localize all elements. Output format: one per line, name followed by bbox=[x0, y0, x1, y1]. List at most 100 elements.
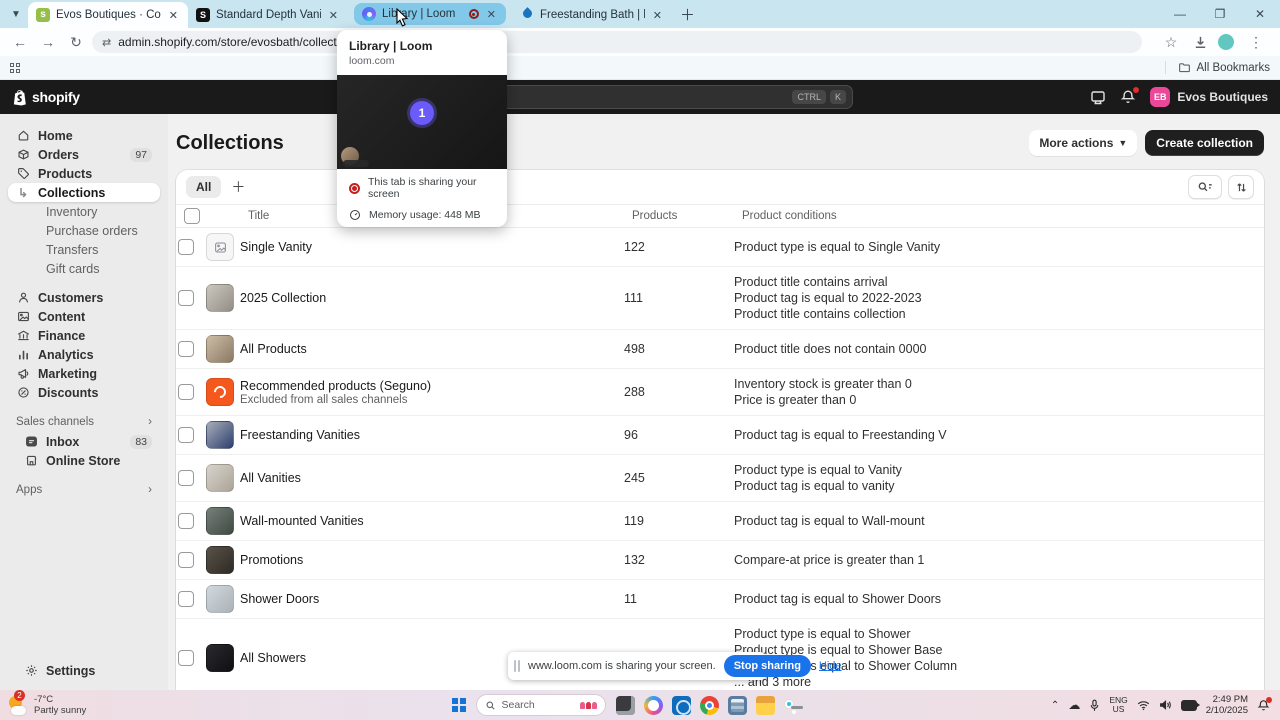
sort-button[interactable] bbox=[1228, 175, 1254, 199]
tab-library-loom[interactable]: Library | Loom ✕ bbox=[354, 3, 506, 25]
sidebar-item-content[interactable]: Content bbox=[8, 307, 160, 326]
sidebar-item-gift-cards[interactable]: Gift cards bbox=[8, 259, 160, 278]
outlook-app-icon[interactable] bbox=[671, 695, 691, 715]
table-row[interactable]: Promotions 132 Compare-at price is great… bbox=[176, 541, 1264, 580]
sidebar-item-transfers[interactable]: Transfers bbox=[8, 240, 160, 259]
maximize-button[interactable]: ❐ bbox=[1200, 7, 1240, 21]
table-row[interactable]: Freestanding Vanities 96 Product tag is … bbox=[176, 416, 1264, 455]
bookmark-star-icon[interactable]: ☆ bbox=[1159, 34, 1183, 51]
copilot-app-icon[interactable] bbox=[643, 695, 663, 715]
notifications-bell-icon[interactable] bbox=[1120, 86, 1141, 105]
store-preview-icon[interactable] bbox=[1090, 89, 1106, 105]
sidebar-item-analytics[interactable]: Analytics bbox=[8, 345, 160, 364]
forward-icon[interactable]: → bbox=[36, 34, 60, 50]
table-row[interactable]: Shower Doors 11 Product tag is equal to … bbox=[176, 580, 1264, 619]
sidebar-item-inventory[interactable]: Inventory bbox=[8, 202, 160, 221]
row-checkbox[interactable] bbox=[178, 290, 194, 306]
new-tab-button[interactable]: ＋ bbox=[680, 4, 695, 25]
screen-record-indicator-icon[interactable] bbox=[1180, 699, 1200, 711]
row-checkbox[interactable] bbox=[178, 239, 194, 255]
collection-title-cell[interactable]: All Vanities bbox=[240, 471, 624, 485]
taskbar-search[interactable]: Search bbox=[475, 694, 606, 716]
row-checkbox[interactable] bbox=[178, 591, 194, 607]
close-window-button[interactable]: ✕ bbox=[1240, 7, 1280, 21]
clock[interactable]: 2:49 PM 2/10/2025 bbox=[1206, 694, 1248, 716]
add-view-button[interactable]: ＋ bbox=[227, 177, 249, 197]
row-checkbox[interactable] bbox=[178, 513, 194, 529]
sidebar-item-customers[interactable]: Customers bbox=[8, 288, 160, 307]
collection-title-cell[interactable]: Recommended products (Seguno) Excluded f… bbox=[240, 379, 624, 406]
row-checkbox[interactable] bbox=[178, 384, 194, 400]
collection-title-cell[interactable]: Freestanding Vanities bbox=[240, 428, 624, 442]
chrome-app-icon[interactable] bbox=[699, 695, 719, 715]
site-settings-icon[interactable]: ⇄ bbox=[102, 36, 111, 49]
sidebar-item-inbox[interactable]: Inbox 83 bbox=[8, 432, 160, 451]
collection-title-cell[interactable]: Single Vanity bbox=[240, 240, 624, 254]
table-row[interactable]: All Vanities 245 Product type is equal t… bbox=[176, 455, 1264, 502]
language-indicator[interactable]: ENG US bbox=[1109, 696, 1127, 714]
create-collection-button[interactable]: Create collection bbox=[1145, 130, 1264, 156]
close-tab-icon[interactable]: ✕ bbox=[327, 9, 340, 22]
tab-evos-boutiques[interactable]: Evos Boutiques · Collections - S ✕ bbox=[28, 2, 188, 28]
table-row[interactable]: Single Vanity 122 Product type is equal … bbox=[176, 228, 1264, 267]
more-actions-button[interactable]: More actions ▼ bbox=[1029, 130, 1138, 156]
sales-channels-header[interactable]: Sales channels › bbox=[16, 416, 152, 428]
sidebar-item-settings[interactable]: Settings bbox=[16, 661, 152, 680]
sidebar-item-finance[interactable]: Finance bbox=[8, 326, 160, 345]
drag-handle[interactable] bbox=[514, 660, 520, 672]
close-tab-icon[interactable]: ✕ bbox=[167, 9, 180, 22]
close-tab-icon[interactable]: ✕ bbox=[651, 9, 664, 22]
desktops-app-icon[interactable] bbox=[615, 695, 635, 715]
row-checkbox[interactable] bbox=[178, 552, 194, 568]
hide-link[interactable]: Hide bbox=[819, 660, 842, 672]
sidebar-item-online-store[interactable]: Online Store bbox=[8, 451, 160, 470]
close-tab-icon[interactable]: ✕ bbox=[485, 8, 498, 21]
all-bookmarks[interactable]: All Bookmarks bbox=[1164, 61, 1270, 74]
sidebar-item-purchase-orders[interactable]: Purchase orders bbox=[8, 221, 160, 240]
back-icon[interactable]: ← bbox=[8, 34, 32, 50]
profile-avatar[interactable] bbox=[1218, 34, 1234, 50]
stop-sharing-button[interactable]: Stop sharing bbox=[723, 655, 811, 677]
apps-header[interactable]: Apps › bbox=[16, 484, 152, 496]
microphone-icon[interactable] bbox=[1089, 699, 1100, 712]
tab-all[interactable]: All bbox=[186, 176, 222, 198]
table-row[interactable]: Recommended products (Seguno) Excluded f… bbox=[176, 369, 1264, 416]
tab-freestanding-bath[interactable]: Freestanding Bath | bathroom, ✕ bbox=[512, 3, 672, 27]
store-switcher[interactable]: EB Evos Boutiques bbox=[1150, 87, 1268, 107]
apps-grid-icon[interactable] bbox=[10, 62, 20, 73]
sidebar-item-home[interactable]: Home bbox=[8, 126, 160, 145]
table-row[interactable]: Wall-mounted Vanities 119 Product tag is… bbox=[176, 502, 1264, 541]
weather-widget[interactable]: 2 -7°C Partly sunny bbox=[0, 690, 200, 716]
tab-standard-depth-vanities[interactable]: Standard Depth Vanities - Stone ✕ bbox=[188, 3, 348, 27]
download-icon[interactable] bbox=[1193, 35, 1208, 50]
file-explorer-app-icon[interactable] bbox=[755, 695, 775, 715]
sidebar-item-discounts[interactable]: Discounts bbox=[8, 383, 160, 402]
onedrive-cloud-icon[interactable]: ☁ bbox=[1068, 698, 1080, 712]
tab-search-chevron-icon[interactable]: ▼ bbox=[4, 3, 28, 25]
speaker-icon[interactable] bbox=[1159, 699, 1172, 711]
sidebar-item-orders[interactable]: Orders 97 bbox=[8, 145, 160, 164]
sidebar-item-products[interactable]: Products bbox=[8, 164, 160, 183]
select-all-checkbox[interactable] bbox=[184, 208, 200, 224]
tray-expand-icon[interactable]: ⌃ bbox=[1051, 700, 1059, 711]
row-checkbox[interactable] bbox=[178, 341, 194, 357]
shopify-logo[interactable]: shopify bbox=[12, 89, 80, 106]
row-checkbox[interactable] bbox=[178, 470, 194, 486]
table-row[interactable]: 2025 Collection 111 Product title contai… bbox=[176, 267, 1264, 330]
search-filter-button[interactable] bbox=[1188, 175, 1222, 199]
chrome-loom-active-app[interactable] bbox=[783, 699, 803, 709]
reload-icon[interactable]: ↻ bbox=[64, 34, 88, 51]
collection-title-cell[interactable]: Promotions bbox=[240, 553, 624, 567]
address-bar[interactable]: ⇄ admin.shopify.com/store/evosbath/colle… bbox=[92, 31, 1142, 53]
tray-notifications-bell-icon[interactable] bbox=[1257, 696, 1272, 712]
row-checkbox[interactable] bbox=[178, 650, 194, 666]
minimize-button[interactable]: — bbox=[1160, 7, 1200, 21]
sidebar-item-collections[interactable]: ↳ Collections bbox=[8, 183, 160, 202]
collection-title-cell[interactable]: All Products bbox=[240, 342, 624, 356]
sidebar-item-marketing[interactable]: Marketing bbox=[8, 364, 160, 383]
browser-menu-icon[interactable]: ⋮ bbox=[1244, 34, 1268, 51]
collection-title-cell[interactable]: 2025 Collection bbox=[240, 291, 624, 305]
start-button[interactable] bbox=[452, 698, 466, 712]
collection-title-cell[interactable]: Wall-mounted Vanities bbox=[240, 514, 624, 528]
wifi-icon[interactable] bbox=[1137, 700, 1150, 711]
